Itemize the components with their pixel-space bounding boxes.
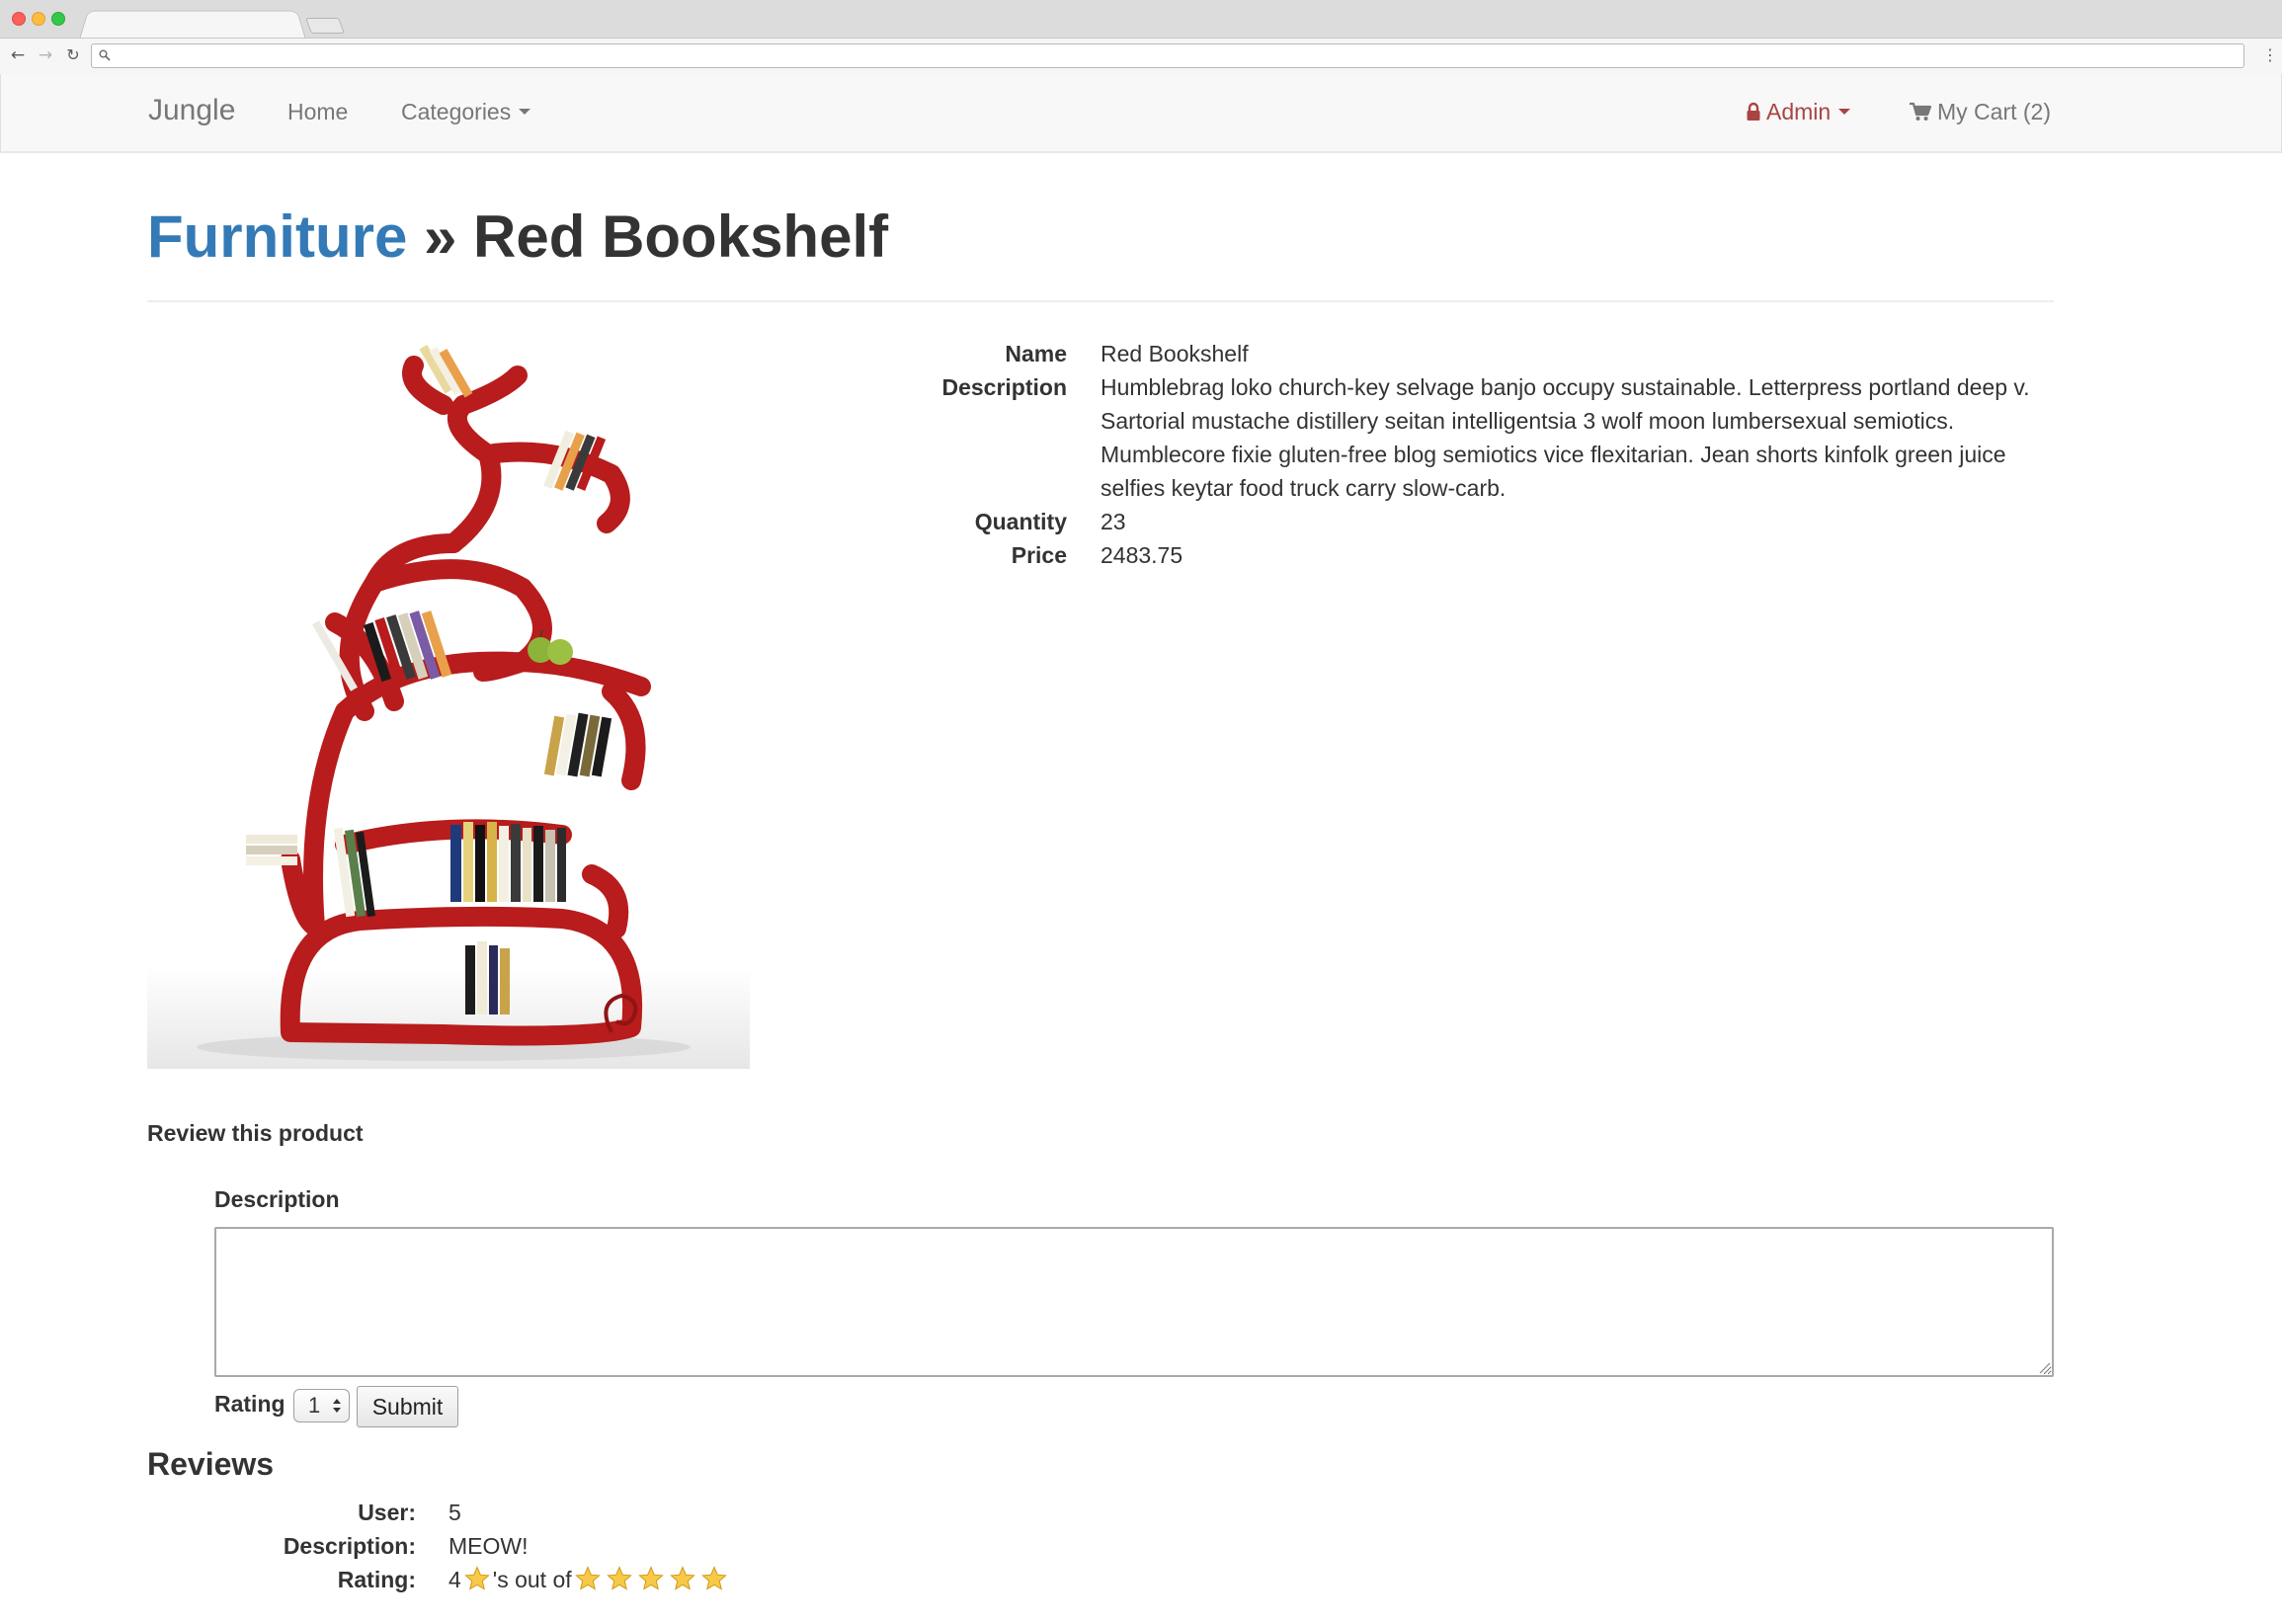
- new-tab-button[interactable]: [305, 18, 345, 34]
- rating-select[interactable]: 1: [293, 1389, 350, 1422]
- reload-icon[interactable]: ↻: [63, 44, 83, 66]
- nav-admin-dropdown[interactable]: Admin: [1747, 99, 1851, 125]
- caret-down-icon: [519, 109, 531, 116]
- review-description-value: MEOW!: [448, 1533, 529, 1559]
- star-icon: [637, 1566, 664, 1590]
- caret-down-icon: [1838, 109, 1851, 116]
- select-arrows-icon: [333, 1399, 341, 1413]
- name-label: Name: [1005, 341, 1067, 366]
- browser-tab-active[interactable]: [79, 10, 306, 41]
- brand-logo-link[interactable]: Jungle: [148, 94, 235, 127]
- browser-menu-icon[interactable]: ⋮: [2262, 44, 2278, 66]
- category-breadcrumb-link[interactable]: Furniture: [147, 203, 407, 270]
- review-description-label: Description:: [283, 1533, 416, 1559]
- name-value: Red Bookshelf: [1100, 341, 1249, 366]
- star-icon: [606, 1566, 632, 1590]
- rating-suffix: 's out of: [492, 1567, 572, 1592]
- breadcrumb-separator: »: [424, 203, 457, 270]
- review-description-row: Description: MEOW!: [147, 1529, 1135, 1563]
- maximize-window-button[interactable]: [51, 12, 65, 26]
- detail-row-description: Description Humblebrag loko church-key s…: [889, 370, 2055, 505]
- browser-toolbar: ← → ↻ ⋮: [0, 38, 2282, 74]
- shopping-cart-icon: [1910, 102, 1931, 121]
- product-details: Name Red Bookshelf Description Humblebra…: [889, 337, 2055, 572]
- detail-row-price: Price 2483.75: [889, 538, 2055, 572]
- back-arrow-icon[interactable]: ←: [8, 44, 28, 66]
- browser-chrome: ← → ↻ ⋮: [0, 0, 2282, 74]
- minimize-window-button[interactable]: [32, 12, 45, 26]
- price-label: Price: [1011, 542, 1067, 568]
- star-icon: [669, 1566, 695, 1590]
- review-rating-row: Rating: 4 's out of: [147, 1563, 1135, 1596]
- page-title: Furniture » Red Bookshelf: [147, 201, 888, 274]
- cart-label: My Cart (2): [1937, 99, 2051, 124]
- close-window-button[interactable]: [12, 12, 26, 26]
- top-navbar: Jungle Home Categories Admin My Cart (2): [0, 74, 2282, 153]
- tab-strip: [0, 0, 2282, 41]
- quantity-label: Quantity: [974, 509, 1067, 534]
- star-icon: [574, 1566, 601, 1590]
- reviews-heading: Reviews: [147, 1446, 275, 1482]
- submit-review-button[interactable]: Submit: [357, 1386, 458, 1427]
- admin-label: Admin: [1766, 99, 1832, 124]
- review-user-row: User: 5: [147, 1496, 1135, 1529]
- description-label: Description: [941, 374, 1067, 400]
- detail-row-name: Name Red Bookshelf: [889, 337, 2055, 370]
- lock-icon: [1747, 102, 1760, 121]
- max-stars: [572, 1566, 730, 1592]
- star-icon: [463, 1566, 490, 1590]
- review-rating-label: Rating:: [337, 1567, 416, 1592]
- rating-label: Rating: [214, 1391, 285, 1417]
- title-divider: [147, 300, 2054, 302]
- review-user-label: User:: [358, 1500, 416, 1525]
- review-description-textarea[interactable]: [214, 1227, 2054, 1377]
- review-item: User: 5 Description: MEOW! Rating: 4 's o…: [147, 1496, 1135, 1596]
- rating-number: 4: [448, 1567, 461, 1592]
- description-value: Humblebrag loko church-key selvage banjo…: [1100, 374, 2030, 501]
- review-description-label: Description: [214, 1186, 340, 1212]
- address-bar[interactable]: [91, 43, 2244, 68]
- review-user-value: 5: [448, 1500, 461, 1525]
- categories-label: Categories: [401, 99, 512, 124]
- red-bookshelf-image: [147, 344, 750, 1069]
- forward-arrow-icon[interactable]: →: [36, 44, 55, 66]
- nav-categories-dropdown[interactable]: Categories: [401, 99, 531, 125]
- search-icon: [99, 49, 111, 61]
- star-icon: [700, 1566, 727, 1590]
- nav-home-link[interactable]: Home: [287, 99, 348, 125]
- rating-selected-value: 1: [308, 1393, 321, 1418]
- nav-cart-link[interactable]: My Cart (2): [1910, 99, 2051, 125]
- review-form-heading: Review this product: [147, 1120, 364, 1146]
- price-value: 2483.75: [1100, 542, 1183, 568]
- product-title: Red Bookshelf: [473, 203, 889, 270]
- resize-handle-icon[interactable]: [2037, 1360, 2051, 1374]
- quantity-value: 23: [1100, 509, 1126, 534]
- review-rating-value: 4 's out of: [448, 1563, 1135, 1596]
- detail-row-quantity: Quantity 23: [889, 505, 2055, 538]
